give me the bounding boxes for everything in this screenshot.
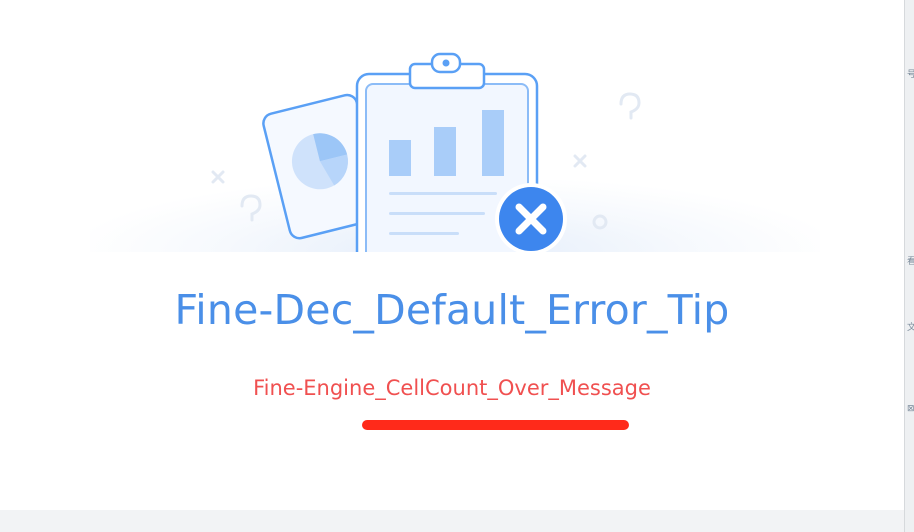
error-title: Fine-Dec_Default_Error_Tip — [174, 286, 730, 334]
gutter-mark: 文 — [907, 323, 914, 333]
report-clipboard-error-icon — [0, 52, 904, 260]
error-illustration — [0, 0, 904, 260]
annotation-underline — [362, 420, 629, 430]
screen: Fine-Dec_Default_Error_Tip Fine-Engine_C… — [0, 0, 914, 532]
dialog-footer — [0, 510, 904, 532]
background-window-edge: 号 看 文 ⊠ — [904, 0, 914, 532]
error-dialog: Fine-Dec_Default_Error_Tip Fine-Engine_C… — [0, 0, 904, 510]
gutter-mark: ⊠ — [907, 404, 914, 414]
gutter-mark: 看 — [907, 257, 914, 267]
error-x-icon — [495, 183, 567, 255]
error-message: Fine-Engine_CellCount_Over_Message — [253, 376, 651, 400]
gutter-mark: 号 — [907, 70, 914, 80]
